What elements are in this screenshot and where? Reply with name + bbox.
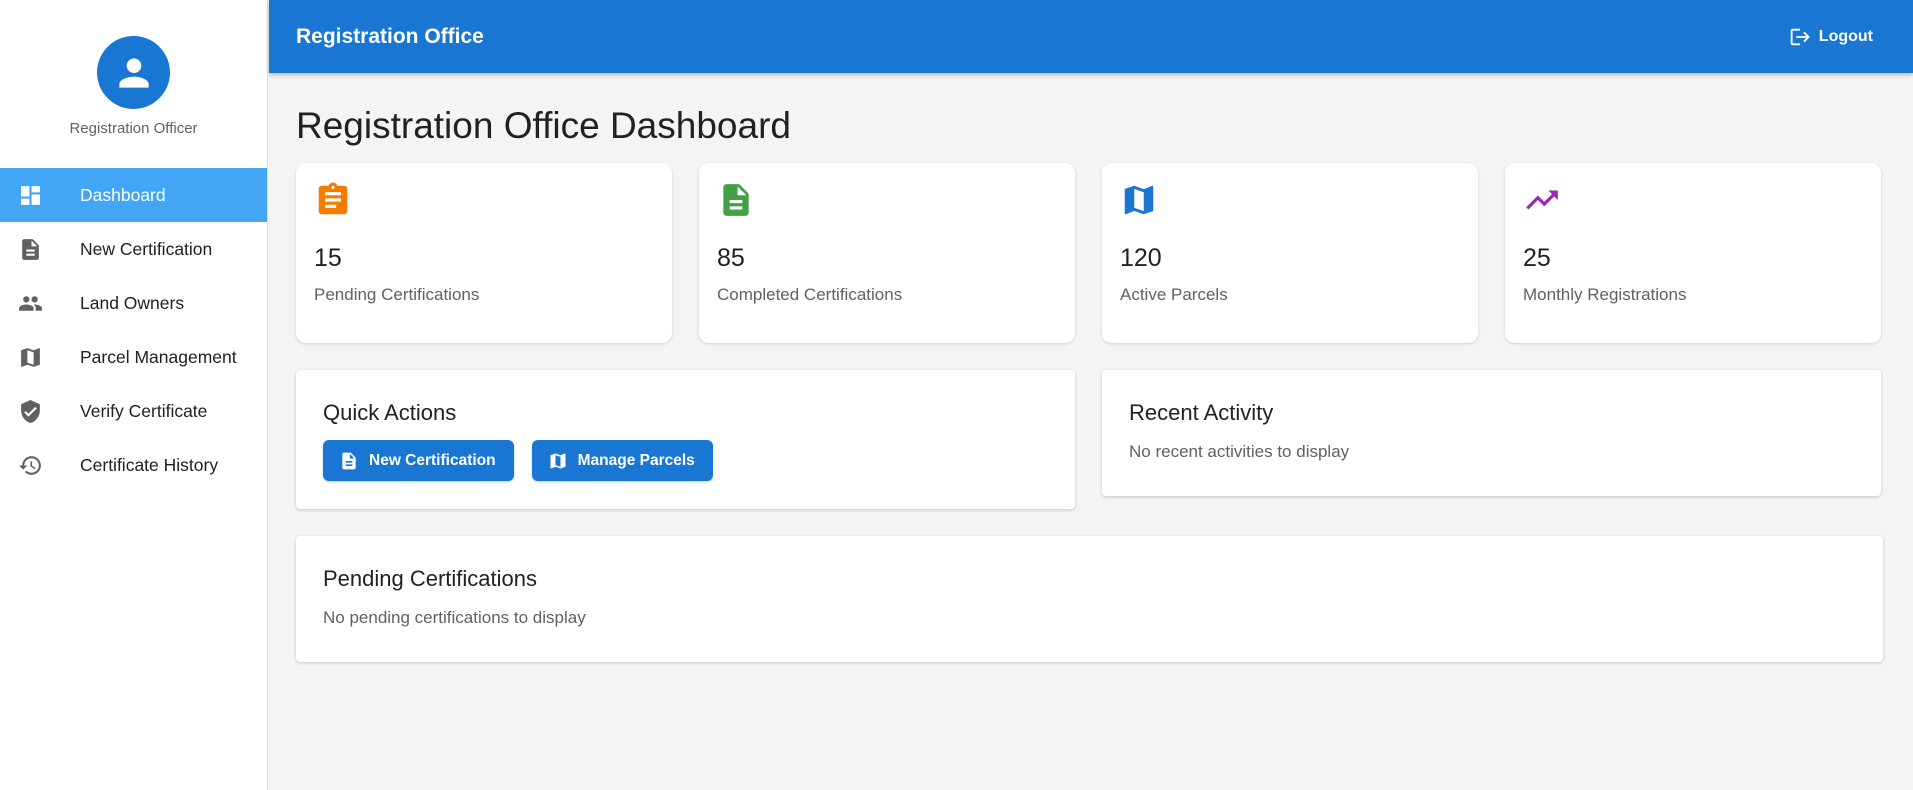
trending-up-icon <box>1526 190 1558 210</box>
stat-card-completed: 85 Completed Certifications <box>699 163 1075 343</box>
logout-label: Logout <box>1818 27 1873 45</box>
history-icon <box>19 455 41 475</box>
sidebar-item-new-certification[interactable]: New Certification <box>0 222 267 276</box>
logout-icon <box>1790 28 1810 45</box>
map-icon <box>21 347 40 367</box>
sidebar-item-parcel-management[interactable]: Parcel Management <box>0 330 267 384</box>
stat-label: Pending Certifications <box>314 285 480 304</box>
document-icon <box>22 238 39 260</box>
stat-card-parcels: 120 Active Parcels <box>1102 163 1478 343</box>
stat-label: Monthly Registrations <box>1523 285 1687 304</box>
sidebar-item-label: New Certification <box>80 238 213 259</box>
user-role: Registration Officer <box>69 120 198 137</box>
sidebar-item-label: Land Owners <box>80 292 185 313</box>
sidebar-item-label: Parcel Management <box>80 346 237 367</box>
sidebar-nav: Dashboard New Certification Land Owners … <box>0 168 267 492</box>
dashboard-icon <box>21 185 40 205</box>
sidebar-item-label: Certificate History <box>80 454 219 475</box>
stat-label: Active Parcels <box>1120 285 1228 304</box>
actions-activity-row: Quick Actions New Certification Manage P… <box>296 370 1883 509</box>
stat-value: 15 <box>314 244 342 272</box>
sidebar-item-verify-certificate[interactable]: Verify Certificate <box>0 384 267 438</box>
stats-row: 15 Pending Certifications 85 Completed C… <box>296 163 1883 343</box>
quick-actions-title: Quick Actions <box>323 400 457 425</box>
shield-check-icon <box>21 399 40 423</box>
pending-certifications-title: Pending Certifications <box>323 566 538 591</box>
main-content: Registration Office Dashboard 15 Pending… <box>296 73 1883 662</box>
stat-card-pending: 15 Pending Certifications <box>296 163 672 343</box>
stat-value: 85 <box>717 244 745 272</box>
stat-card-monthly: 25 Monthly Registrations <box>1505 163 1881 343</box>
recent-activity-title: Recent Activity <box>1129 400 1274 425</box>
page-title: Registration Office Dashboard <box>296 105 791 146</box>
sidebar: Registration Officer Dashboard New Certi… <box>0 0 268 790</box>
stat-value: 120 <box>1120 244 1162 272</box>
manage-parcels-button[interactable]: Manage Parcels <box>531 440 713 481</box>
sidebar-item-label: Dashboard <box>80 184 166 205</box>
map-icon <box>550 453 566 468</box>
new-certification-label: New Certification <box>369 451 496 469</box>
map-icon <box>1124 185 1154 215</box>
quick-actions-panel: Quick Actions New Certification Manage P… <box>296 370 1075 509</box>
avatar[interactable] <box>97 36 170 109</box>
document-icon <box>723 184 749 216</box>
sidebar-item-dashboard[interactable]: Dashboard <box>0 168 267 222</box>
person-icon <box>118 57 149 88</box>
new-certification-button[interactable]: New Certification <box>323 440 514 481</box>
stat-value: 25 <box>1523 244 1551 272</box>
app-header: Registration Office Logout <box>269 0 1913 73</box>
sidebar-item-land-owners[interactable]: Land Owners <box>0 276 267 330</box>
stat-label: Completed Certifications <box>717 285 903 304</box>
sidebar-item-certificate-history[interactable]: Certificate History <box>0 438 267 492</box>
app-title: Registration Office <box>296 24 484 48</box>
people-icon <box>19 295 42 311</box>
logout-button[interactable]: Logout <box>1788 26 1873 48</box>
document-icon <box>342 452 356 469</box>
recent-activity-empty: No recent activities to display <box>1129 442 1350 461</box>
pending-certifications-panel: Pending Certifications No pending certif… <box>296 536 1883 662</box>
manage-parcels-label: Manage Parcels <box>577 451 695 469</box>
clipboard-icon <box>318 182 348 215</box>
user-profile: Registration Officer <box>0 0 267 168</box>
quick-action-buttons: New Certification Manage Parcels <box>323 440 1048 481</box>
sidebar-item-label: Verify Certificate <box>80 400 208 421</box>
recent-activity-panel: Recent Activity No recent activities to … <box>1102 370 1881 496</box>
pending-certifications-empty: No pending certifications to display <box>323 608 586 627</box>
